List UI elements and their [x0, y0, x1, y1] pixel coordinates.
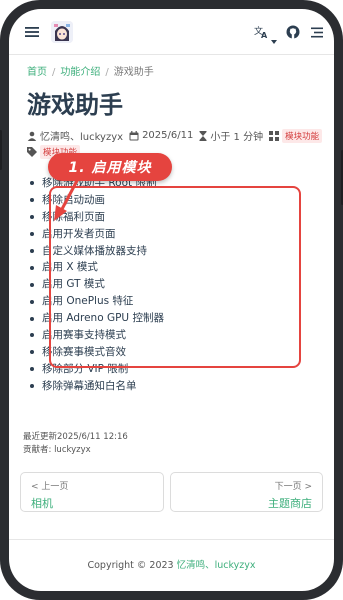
- translate-icon[interactable]: 文A: [253, 23, 271, 41]
- breadcrumb-home[interactable]: 首页: [27, 67, 47, 78]
- footer-authors[interactable]: 忆清鸣、luckyzyx: [177, 560, 256, 571]
- bullet-icon: [30, 215, 34, 220]
- navbar: 文A: [9, 9, 334, 55]
- category-info: 模块功能: [269, 128, 323, 143]
- screen: 文A 首页 / 功能介绍 / 游戏助手 游戏助手 忆清鸣、luckyzyx 20…: [9, 9, 334, 591]
- bullet-icon: [30, 249, 34, 253]
- breadcrumb-features[interactable]: 功能介绍: [60, 67, 100, 78]
- author-info: 忆清鸣、luckyzyx: [27, 128, 123, 143]
- next-hint: 下一页 >: [274, 482, 312, 492]
- date-info: 2025/6/11: [129, 130, 193, 141]
- bullet-icon: [30, 265, 34, 270]
- calendar-icon: [129, 130, 139, 140]
- bullet-icon: [30, 316, 34, 321]
- bullet-icon: [30, 282, 34, 287]
- chevron-down-icon[interactable]: [271, 29, 277, 48]
- svg-text:A: A: [261, 31, 268, 39]
- page-title: 游戏助手: [27, 91, 123, 119]
- bullet-icon: [30, 350, 34, 355]
- date-text: 2025/6/11: [142, 130, 194, 141]
- bullet-icon: [30, 384, 34, 389]
- reading-time-info: 小于 1 分钟: [199, 128, 263, 143]
- prev-page-name: 相机: [31, 497, 53, 510]
- feature-item: 移除弹幕通知白名单: [27, 378, 164, 395]
- prev-page-link[interactable]: < 上一页 相机: [20, 472, 164, 512]
- category-icon: [269, 130, 280, 141]
- copyright-text: Copyright © 2023: [87, 560, 177, 571]
- volume-button: [0, 130, 2, 170]
- reading-time-text: 小于 1 分钟: [210, 132, 264, 143]
- breadcrumb: 首页 / 功能介绍 / 游戏助手: [27, 67, 154, 78]
- github-icon[interactable]: [284, 23, 302, 41]
- prev-hint: < 上一页: [31, 482, 69, 492]
- footer-divider: [9, 539, 334, 540]
- annotation-arrow-icon: [54, 175, 81, 221]
- bullet-icon: [30, 198, 34, 203]
- site-logo[interactable]: [51, 21, 73, 43]
- person-icon: [27, 131, 37, 141]
- bullet-icon: [30, 367, 34, 372]
- hourglass-icon: [199, 130, 207, 141]
- bullet-icon: [30, 333, 34, 338]
- category-badge[interactable]: 模块功能: [282, 128, 323, 143]
- tag-icon: [27, 147, 37, 157]
- page-meta: 忆清鸣、luckyzyx 2025/6/11 小于 1 分钟 模块功能: [27, 128, 328, 143]
- last-updated: 最近更新2025/6/11 12:16: [23, 432, 128, 442]
- outline-icon[interactable]: [308, 23, 326, 41]
- bullet-icon: [30, 181, 34, 186]
- hamburger-icon[interactable]: [23, 23, 41, 41]
- next-page-link[interactable]: 下一页 > 主题商店: [170, 472, 323, 512]
- breadcrumb-current: 游戏助手: [113, 67, 154, 78]
- authors-text[interactable]: 忆清鸣、luckyzyx: [40, 128, 123, 143]
- bullet-icon: [30, 232, 34, 237]
- contributors: 贡献者: luckyzyx: [23, 445, 91, 455]
- bullet-icon: [30, 299, 34, 304]
- footer: Copyright © 2023 忆清鸣、luckyzyx: [9, 557, 334, 571]
- next-page-name: 主题商店: [268, 497, 312, 510]
- feature-text: 移除弹幕通知白名单: [42, 379, 137, 392]
- phone-frame: 文A 首页 / 功能介绍 / 游戏助手 游戏助手 忆清鸣、luckyzyx 20…: [0, 0, 343, 600]
